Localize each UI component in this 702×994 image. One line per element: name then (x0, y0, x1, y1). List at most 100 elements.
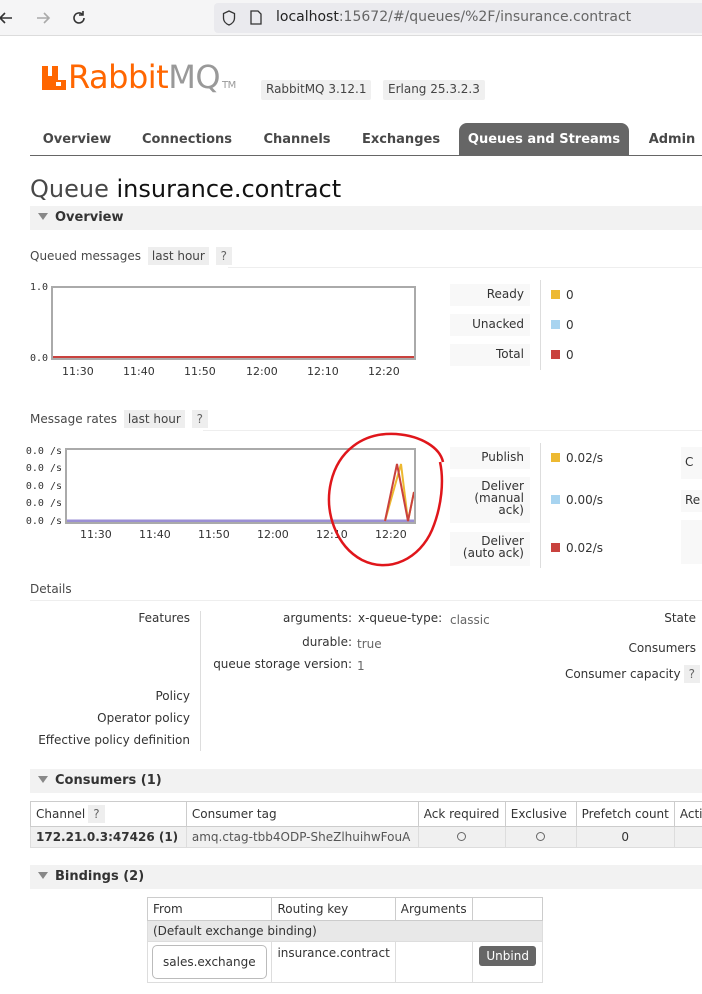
clipped-legend-box (681, 520, 702, 564)
back-arrow-icon[interactable] (0, 6, 18, 30)
tab-connections[interactable]: Connections (132, 123, 242, 156)
table-row: sales.exchange insurance.contract Unbind (146, 941, 543, 983)
exchange-link[interactable]: sales.exchange (152, 945, 267, 979)
x-tick-label: 12:10 (316, 528, 348, 541)
ack-required-cell (417, 826, 506, 848)
durable-label: durable: (302, 635, 352, 649)
storage-version-label: queue storage version: (213, 657, 352, 671)
rabbit-logo-icon (42, 66, 66, 90)
rabbitmq-version-badge: RabbitMQ 3.12.1 (261, 80, 372, 100)
collapse-triangle-icon (38, 213, 48, 220)
circle-icon (536, 832, 546, 841)
x-tick-label: 11:40 (123, 365, 155, 378)
collapse-triangle-icon (38, 872, 48, 879)
message-rates-graph (65, 448, 416, 524)
ready-value: 0 (566, 288, 574, 302)
column-header (472, 897, 543, 921)
help-button[interactable]: ? (191, 410, 209, 428)
shield-icon[interactable] (222, 10, 236, 29)
from-cell: sales.exchange (146, 941, 273, 983)
y-tick-label: 0.0 (29, 353, 48, 364)
column-header: Routing key (271, 897, 396, 921)
column-header: Ack required (417, 801, 506, 827)
x-tick-label: 12:00 (246, 365, 278, 378)
consumers-table: Channel? Consumer tag Ack required Exclu… (30, 801, 702, 848)
y-tick-label: 0.0 /s (25, 516, 62, 527)
column-header: Acti (673, 801, 702, 827)
page-icon[interactable] (250, 10, 262, 28)
deliver-manual-swatch (551, 495, 560, 504)
active-cell (673, 826, 702, 848)
divider (203, 430, 702, 431)
details-heading: Details (30, 582, 72, 596)
legend-deliver-manual-label: Deliver (manual ack) (450, 477, 530, 523)
circle-icon (457, 832, 467, 841)
total-value: 0 (566, 348, 574, 362)
consumers-section-header[interactable]: Consumers (1) (30, 769, 702, 793)
x-tick-label: 11:30 (80, 528, 112, 541)
consumer-tag: amq.ctag-tbb4ODP-SheZlhuihwFouA (185, 826, 419, 848)
x-tick-label: 11:50 (198, 528, 230, 541)
help-button[interactable]: ? (88, 805, 105, 823)
unacked-swatch (551, 320, 560, 329)
legend-divider (540, 280, 541, 370)
arguments-cell (394, 941, 474, 983)
queue-name: insurance.contract (116, 175, 342, 203)
publish-swatch (551, 453, 560, 462)
y-tick-label: 0.0 /s (25, 463, 62, 474)
publish-value: 0.02/s (566, 451, 604, 465)
legend-deliver-auto-label: Deliver (auto ack) (450, 532, 530, 566)
features-label: Features (138, 611, 190, 625)
channel-link[interactable]: 172.21.0.3:47426 (1) (30, 826, 187, 848)
column-header: Arguments (394, 897, 474, 921)
unbind-button[interactable]: Unbind (479, 946, 536, 966)
consumer-capacity-label: Consumer capacity? (540, 665, 700, 683)
browser-toolbar: localhost:15672/#/queues/%2F/insurance.c… (0, 0, 702, 36)
legend-total-label: Total (450, 344, 530, 366)
tab-exchanges[interactable]: Exchanges (352, 123, 450, 156)
table-header-row: From Routing key Arguments (146, 897, 543, 921)
details-divider (200, 611, 201, 751)
tab-overview[interactable]: Overview (30, 123, 124, 156)
help-button[interactable]: ? (215, 247, 233, 265)
table-row: 172.21.0.3:47426 (1) amq.ctag-tbb4ODP-Sh… (30, 826, 702, 848)
x-tick-label: 12:00 (257, 528, 289, 541)
reload-icon[interactable] (67, 6, 91, 30)
x-tick-label: 11:30 (62, 365, 94, 378)
deliver-manual-value: 0.00/s (566, 493, 604, 507)
x-tick-label: 11:50 (184, 365, 216, 378)
consumers-label: Consumers (628, 641, 696, 655)
tab-queues-and-streams[interactable]: Queues and Streams (459, 123, 629, 156)
operator-policy-label: Operator policy (97, 711, 190, 725)
deliver-auto-swatch (551, 543, 560, 552)
tab-channels[interactable]: Channels (252, 123, 342, 156)
ready-swatch (551, 290, 560, 299)
url-text[interactable]: localhost:15672/#/queues/%2F/insurance.c… (276, 9, 631, 25)
effective-policy-label: Effective policy definition (38, 733, 190, 747)
range-selector[interactable]: last hour (147, 247, 209, 265)
forward-arrow-icon[interactable] (31, 6, 55, 30)
main-nav-tabs: Overview Connections Channels Exchanges … (30, 123, 702, 156)
argument-value: classic (450, 613, 490, 627)
divider (30, 600, 702, 601)
address-bar[interactable]: localhost:15672/#/queues/%2F/insurance.c… (214, 3, 702, 33)
tab-admin[interactable]: Admin (639, 123, 702, 156)
prefetch-count: 0 (575, 826, 675, 848)
overview-section-header[interactable]: Overview (30, 206, 702, 230)
legend-unacked-label: Unacked (450, 314, 530, 336)
column-header: Channel? (30, 801, 187, 827)
help-button[interactable]: ? (683, 665, 700, 683)
action-cell: Unbind (472, 941, 543, 983)
durable-value: true (357, 637, 382, 651)
policy-label: Policy (155, 689, 190, 703)
logo-wordmark: RabbitMQ TM (68, 58, 236, 96)
range-selector[interactable]: last hour (123, 410, 185, 428)
url-host: localhost (276, 9, 339, 25)
url-path: :15672/#/queues/%2F/insurance.contract (338, 9, 632, 25)
legend-publish-label: Publish (450, 447, 530, 469)
divider (228, 267, 702, 268)
y-tick-label: 0.0 /s (25, 446, 62, 457)
bindings-section-header[interactable]: Bindings (2) (30, 865, 702, 889)
message-rates-heading: Message rates last hour ? (30, 410, 209, 428)
column-header: Prefetch count (575, 801, 675, 827)
